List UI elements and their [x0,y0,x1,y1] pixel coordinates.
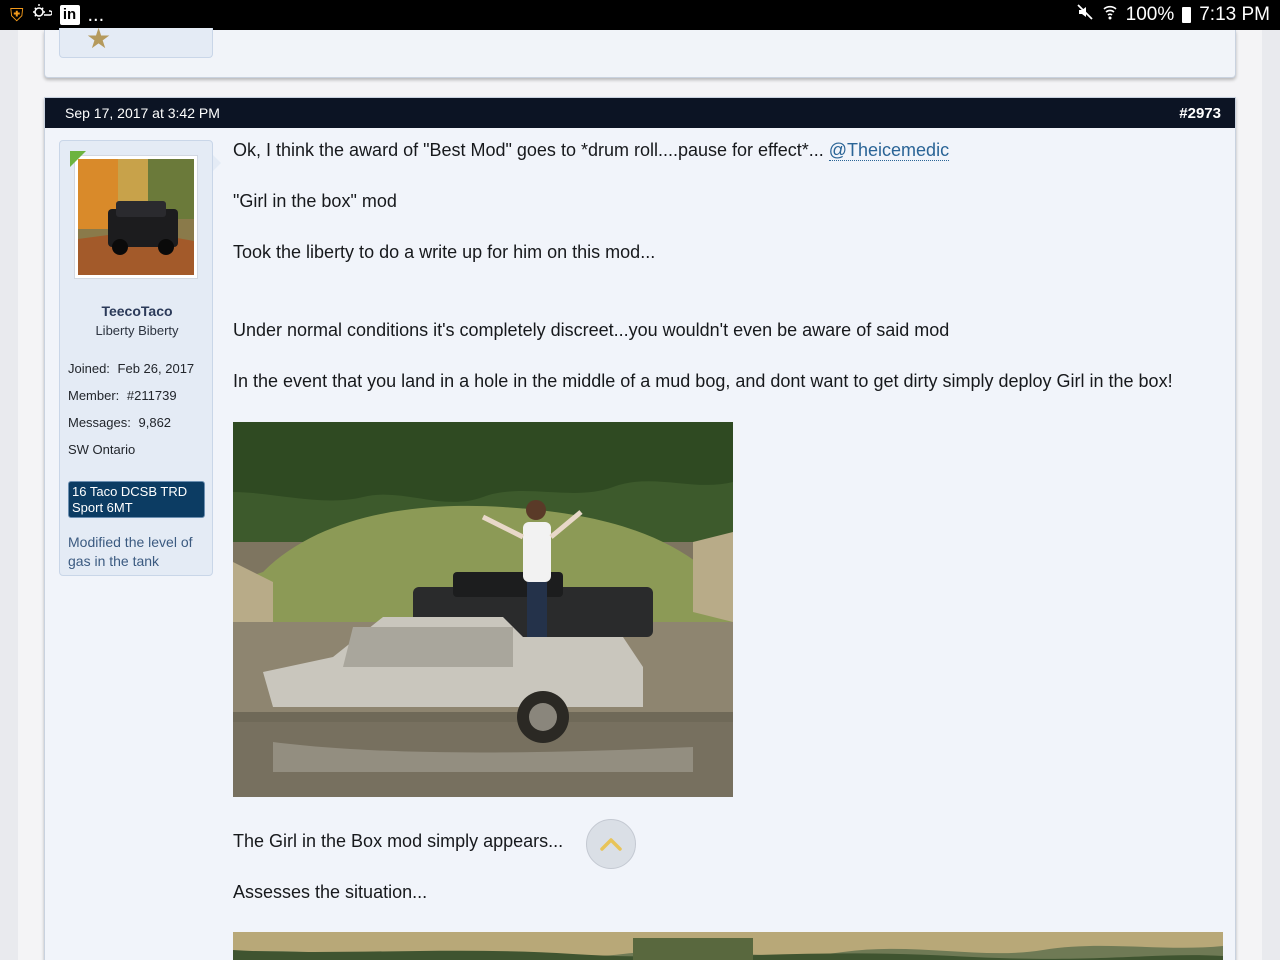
scroll-to-top-button[interactable] [586,819,636,869]
new-post-flag [70,151,86,167]
member-stat: Member: #211739 [68,388,177,403]
chevron-up-icon [600,838,622,851]
user-mods-note: Modified the level of gas in the tank [68,534,193,569]
message-line-5: In the event that you land in a hole in … [233,371,1173,391]
messages-value: 9,862 [138,415,172,430]
mute-icon [1076,3,1094,27]
second-photo-image [233,932,1223,960]
message-line-1: Ok, I think the award of "Best Mod" goes… [233,140,950,161]
user-title: Liberty Biberty [95,323,179,338]
status-bar-right: 100% 7:13 PM [1076,3,1270,27]
userbox-pointer [213,155,221,171]
user-info-box: TeecoTaco Liberty Biberty Joined: Feb 26… [59,140,221,576]
battery-icon [1182,7,1192,23]
message-line-3: Took the liberty to do a write up for hi… [233,242,656,262]
sheriff-badge-icon: ★ [86,23,112,54]
forum-post: Sep 17, 2017 at 3:42 PM #2973 TeecoTaco … [44,97,1236,960]
member-value: #211739 [126,388,177,403]
previous-post-userbox: ★ [59,23,213,58]
avatar[interactable] [74,155,198,279]
joined-stat: Joined: Feb 26, 2017 [68,361,194,376]
member-label: Member: [68,388,120,403]
previous-post: ★ [44,23,1236,78]
weather-icon [32,3,53,27]
clock: 7:13 PM [1199,4,1270,25]
linkedin-icon: in [59,5,80,25]
message-line-4: Under normal conditions it's completely … [233,320,950,340]
message-line-1-text: Ok, I think the award of "Best Mod" goes… [233,140,824,160]
avatar-image [78,159,194,275]
mud-bog-photo-image [233,422,733,797]
messages-label: Messages: [68,415,131,430]
message-line-6: The Girl in the Box mod simply appears..… [233,831,564,851]
username[interactable]: TeecoTaco [60,303,214,319]
message-line-2: "Girl in the box" mod [233,191,397,211]
battery-percent: 100% [1125,4,1175,25]
user-location: SW Ontario [68,442,136,457]
messages-stat: Messages: 9,862 [68,415,171,430]
user-mention-link[interactable]: @Theicemedic [828,140,950,161]
shield-icon: ⛨ [10,4,24,25]
status-bar: ⛨ in ... 100% 7:13 PM [0,0,1280,30]
post-header: Sep 17, 2017 at 3:42 PM #2973 [45,98,1235,128]
second-photo[interactable] [233,932,1223,960]
post-date[interactable]: Sep 17, 2017 at 3:42 PM [65,105,220,121]
mud-bog-photo[interactable] [233,422,733,797]
message-line-7: Assesses the situation... [233,882,428,902]
wifi-icon [1102,3,1118,27]
post-number[interactable]: #2973 [1179,105,1221,122]
joined-label: Joined: [68,361,110,376]
vehicle-banner: 16 Taco DCSB TRD Sport 6MT [68,481,205,518]
joined-value: Feb 26, 2017 [117,361,195,376]
